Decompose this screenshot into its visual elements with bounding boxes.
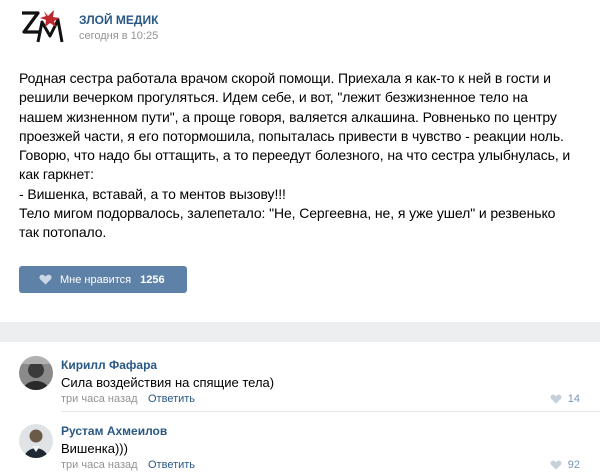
reply-link[interactable]: Ответить [148, 393, 195, 405]
section-separator [0, 322, 600, 342]
comment-time[interactable]: три часа назад [61, 393, 138, 405]
post-text: Родная сестра работала врачом скорой пом… [19, 70, 571, 241]
comment-like-count: 14 [567, 393, 580, 405]
comment-like-button[interactable]: 14 [550, 393, 580, 405]
zm-logo-icon[interactable] [20, 8, 66, 46]
heart-icon [550, 394, 562, 404]
heart-icon [39, 274, 52, 285]
post-author[interactable]: ЗЛОЙ МЕДИК [79, 13, 158, 27]
comment-like-button[interactable]: 92 [550, 459, 580, 471]
comment-author[interactable]: Кирилл Фафара [61, 358, 157, 372]
avatar[interactable] [19, 356, 53, 390]
like-button[interactable]: Мне нравится 1256 [19, 266, 187, 293]
like-label: Мне нравится [60, 273, 132, 286]
post-card: ЗЛОЙ МЕДИК сегодня в 10:25 Родная сестра… [0, 0, 600, 322]
comment-item: Кирилл Фафара Сила воздействия на спящие… [0, 342, 600, 412]
post-time[interactable]: сегодня в 10:25 [79, 30, 158, 42]
reply-link[interactable]: Ответить [148, 459, 195, 471]
heart-icon [550, 460, 562, 470]
comment-text: Вишенка))) [61, 441, 128, 456]
comment-time[interactable]: три часа назад [61, 459, 138, 471]
comment-item: Рустам Ахмеилов Вишенка))) три часа наза… [0, 412, 600, 475]
comment-text: Сила воздействия на спящие тела) [61, 375, 275, 390]
like-count: 1256 [140, 273, 165, 286]
comment-author[interactable]: Рустам Ахмеилов [61, 424, 167, 438]
avatar[interactable] [19, 424, 53, 458]
comment-like-count: 92 [567, 459, 580, 471]
